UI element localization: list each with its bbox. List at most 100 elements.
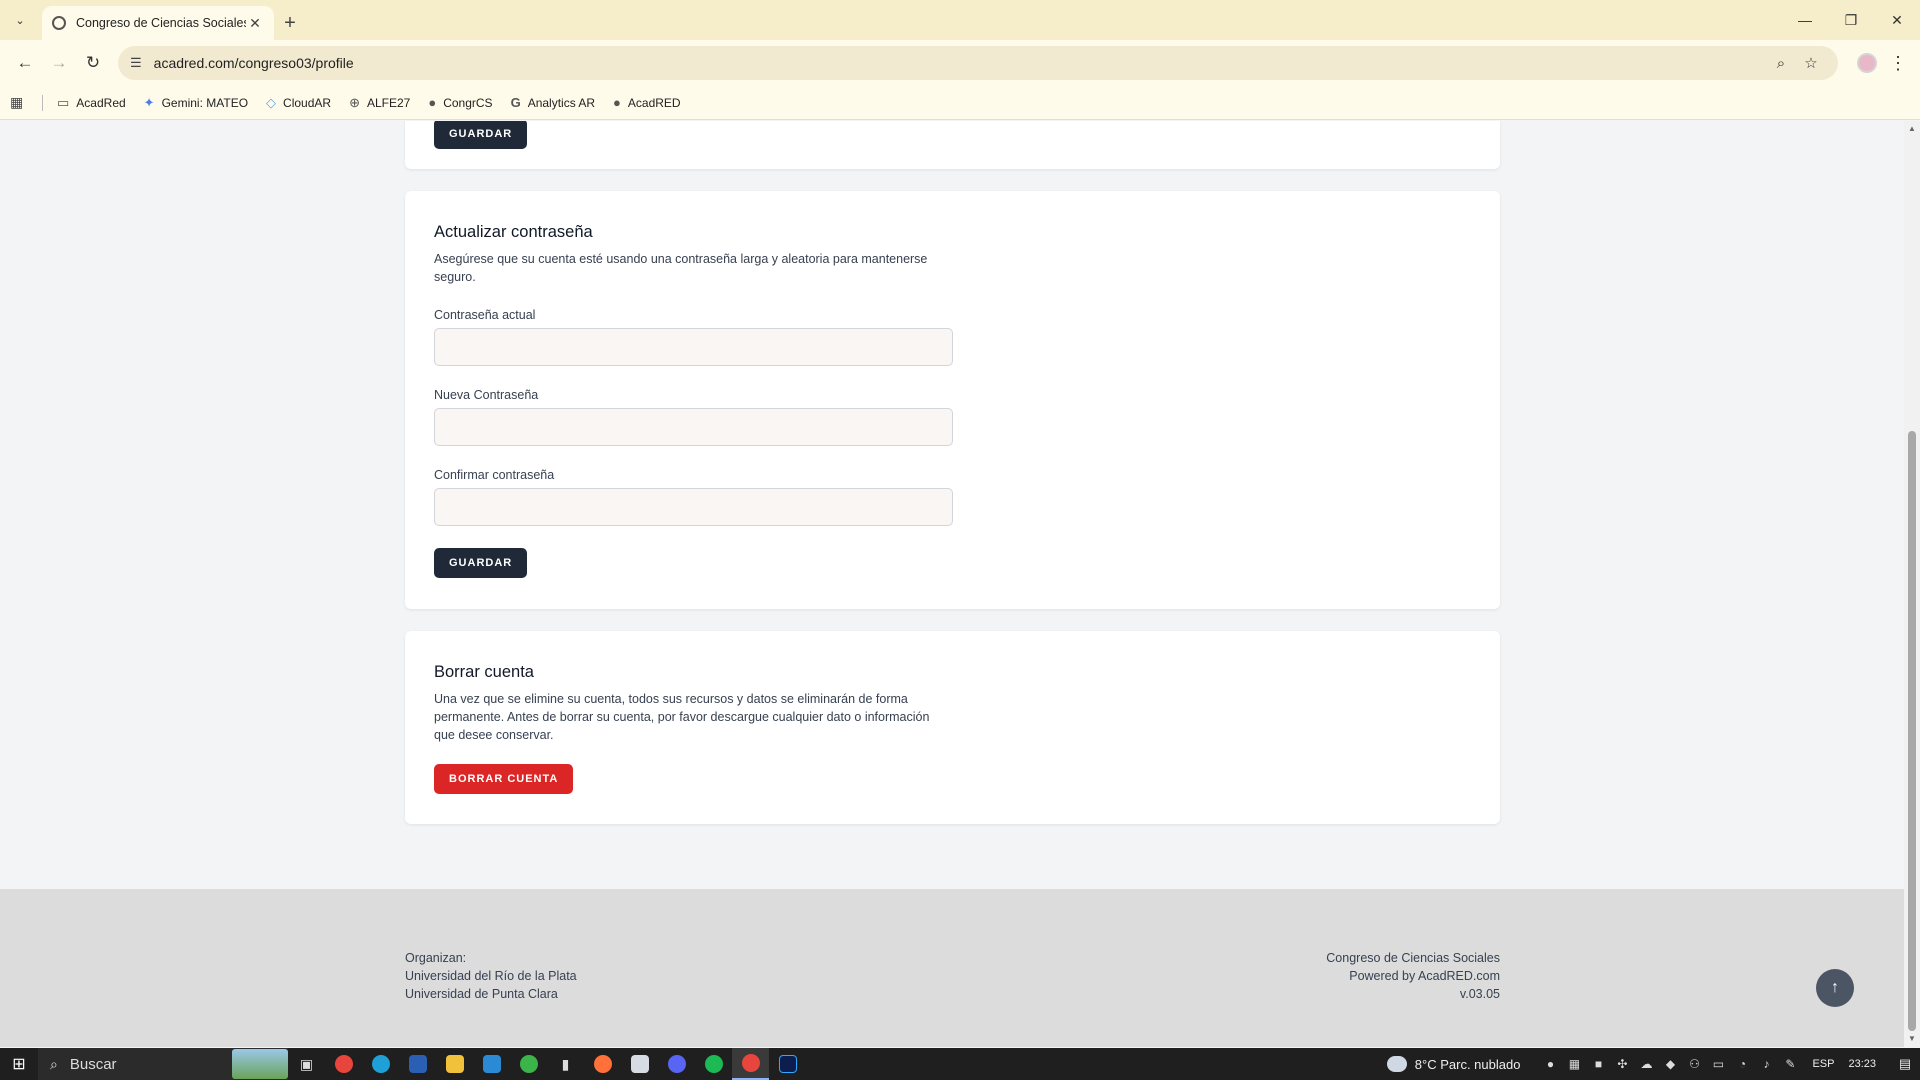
taskbar-search[interactable]: ⌕ Buscar <box>38 1048 288 1080</box>
app-icon[interactable] <box>621 1048 658 1080</box>
footer-line: Organizan: <box>405 951 467 965</box>
scroll-to-top-button[interactable]: ↑ <box>1816 969 1854 1007</box>
bookmarks-bar: ▦ ▭ AcadRed ✦ Gemini: MATEO ◇ CloudAR ⊕ ALFE… <box>0 86 1920 120</box>
windows-start-button[interactable]: ⊞ <box>0 1048 38 1080</box>
language-indicator[interactable]: ESP <box>1812 1058 1834 1070</box>
globe-icon <box>52 16 66 30</box>
bookmark-label: AcadRED <box>627 95 681 110</box>
bookmark-acadred[interactable]: ▭ AcadRed <box>57 95 126 111</box>
close-icon[interactable]: ✕ <box>246 15 264 32</box>
url-text[interactable]: acadred.com/congreso03/profile <box>154 55 1766 71</box>
edge-app-icon[interactable] <box>362 1048 399 1080</box>
task-view-icon[interactable]: ▣ <box>288 1048 325 1080</box>
scroll-up-arrow-icon[interactable]: ▲ <box>1904 121 1920 137</box>
settings-tray-icon[interactable]: ✣ <box>1610 1057 1634 1071</box>
apps-grid-icon[interactable]: ▦ <box>10 94 30 111</box>
page-scrollbar[interactable]: ▲ ▼ <box>1904 121 1920 1047</box>
new-password-field: Nueva Contraseña <box>434 388 1471 446</box>
bookmark-label: Analytics AR <box>527 95 596 110</box>
field-label: Contraseña actual <box>434 308 536 322</box>
profile-button[interactable] <box>1850 46 1884 80</box>
cloud-off-tray-icon[interactable]: ☁ <box>1634 1057 1658 1071</box>
address-bar[interactable]: ☰ acadred.com/congreso03/profile ⌕ ☆ <box>118 46 1838 80</box>
bookmark-cloudar[interactable]: ◇ CloudAR <box>266 95 331 111</box>
footer-line: Congreso de Ciencias Sociales <box>1326 951 1500 965</box>
scrollbar-thumb[interactable] <box>1908 431 1916 1031</box>
new-tab-button[interactable]: + <box>274 6 306 40</box>
usb-tray-icon[interactable]: ▭ <box>1706 1057 1730 1071</box>
footer-credits: Congreso de Ciencias Sociales Powered by… <box>1326 949 1500 1003</box>
clock[interactable]: 23:23 <box>1848 1058 1876 1070</box>
confirm-password-input[interactable] <box>434 488 953 526</box>
new-password-input[interactable] <box>434 408 953 446</box>
page-footer: Organizan: Universidad del Río de la Pla… <box>0 889 1904 1047</box>
weather-text: 8°C Parc. nublado <box>1414 1056 1521 1072</box>
stats-app-icon[interactable]: ▮ <box>547 1048 584 1080</box>
antivirus-tray-icon[interactable]: ◆ <box>1658 1057 1682 1071</box>
confirm-password-field: Confirmar contraseña <box>434 468 1471 526</box>
app-tray-icon[interactable]: ■ <box>1586 1057 1610 1071</box>
forward-button[interactable]: → <box>42 46 76 80</box>
update-password-card: Actualizar contraseña Asegúrese que su c… <box>405 191 1500 609</box>
section-title: Borrar cuenta <box>434 663 534 681</box>
zoom-icon[interactable]: ⌕ <box>1766 55 1796 72</box>
chrome-active-app-icon[interactable] <box>732 1048 769 1080</box>
vscode-app-icon[interactable] <box>473 1048 510 1080</box>
bookmark-acadred-2[interactable]: ● AcadRED <box>613 95 681 110</box>
network-tray-icon[interactable]: ⚇ <box>1682 1057 1706 1071</box>
scroll-down-arrow-icon[interactable]: ▼ <box>1904 1031 1920 1047</box>
footer-line: Universidad de Punta Clara <box>405 987 558 1001</box>
bookmark-analytics[interactable]: G Analytics AR <box>511 95 595 110</box>
bookmark-label: Gemini: MATEO <box>161 95 249 110</box>
bookmark-alfe27[interactable]: ⊕ ALFE27 <box>349 95 410 111</box>
gemini-icon: ✦ <box>143 94 155 110</box>
delete-account-button[interactable]: BORRAR CUENTA <box>434 764 574 794</box>
restore-button[interactable]: ❐ <box>1828 0 1874 40</box>
bookmark-label: ALFE27 <box>366 95 411 110</box>
volume-icon[interactable]: ♪ <box>1754 1057 1778 1071</box>
windows-taskbar: ⊞ ⌕ Buscar ▣ ▮ 8°C Parc. nublado ● ▦ ■ ✣… <box>0 1048 1920 1080</box>
file-explorer-icon[interactable] <box>436 1048 473 1080</box>
footer-line: Powered by AcadRED.com <box>1349 969 1500 983</box>
photoshop-app-icon[interactable] <box>769 1048 806 1080</box>
close-window-button[interactable]: ✕ <box>1874 0 1920 40</box>
bookmark-gemini[interactable]: ✦ Gemini: MATEO <box>144 95 248 111</box>
tab-search-button[interactable]: ⌄ <box>0 0 40 40</box>
section-description: Asegúrese que su cuenta esté usando una … <box>434 252 928 284</box>
bookmark-label: CloudAR <box>283 95 332 110</box>
site-info-icon[interactable]: ☰ <box>130 55 142 71</box>
pen-icon[interactable]: ✎ <box>1778 1057 1802 1071</box>
field-label: Nueva Contraseña <box>434 388 539 402</box>
reload-button[interactable]: ↻ <box>76 46 110 80</box>
whatsapp-app-icon[interactable] <box>510 1048 547 1080</box>
footer-organizers: Organizan: Universidad del Río de la Pla… <box>405 949 577 1003</box>
spotify-tray-icon[interactable]: ● <box>1538 1057 1562 1071</box>
wifi-icon[interactable]: ◔ <box>1730 1057 1754 1071</box>
search-highlight-image <box>232 1049 288 1079</box>
weather-widget[interactable]: 8°C Parc. nublado <box>1386 1056 1521 1072</box>
bookmark-congrcs[interactable]: ● CongrCS <box>428 95 492 110</box>
minimize-button[interactable]: — <box>1782 0 1828 40</box>
notifications-icon[interactable]: ▤ <box>1890 1056 1920 1072</box>
divider <box>42 94 43 111</box>
taskbar-search-label: Buscar <box>69 1055 117 1073</box>
cloud-icon <box>1386 1056 1407 1072</box>
chevron-down-icon: ⌄ <box>15 14 25 27</box>
discord-app-icon[interactable] <box>658 1048 695 1080</box>
calculator-tray-icon[interactable]: ▦ <box>1562 1057 1586 1071</box>
browser-tabbar: ⌄ Congreso de Ciencias Sociales ✕ + — ❐ … <box>0 0 1920 40</box>
window-controls: — ❐ ✕ <box>1782 0 1920 40</box>
word-app-icon[interactable] <box>399 1048 436 1080</box>
current-password-input[interactable] <box>434 328 953 366</box>
back-button[interactable]: ← <box>8 46 42 80</box>
browser-menu-button[interactable]: ⋮ <box>1884 53 1912 74</box>
search-icon: ⌕ <box>50 1055 58 1072</box>
save-profile-button[interactable]: GUARDAR <box>434 121 528 149</box>
save-password-button[interactable]: GUARDAR <box>434 548 528 578</box>
section-title: Actualizar contraseña <box>434 223 593 241</box>
browser-tab[interactable]: Congreso de Ciencias Sociales ✕ <box>42 6 274 40</box>
chrome-app-icon[interactable] <box>325 1048 362 1080</box>
spotify-app-icon[interactable] <box>695 1048 732 1080</box>
firefox-app-icon[interactable] <box>584 1048 621 1080</box>
bookmark-star-icon[interactable]: ☆ <box>1796 54 1826 72</box>
